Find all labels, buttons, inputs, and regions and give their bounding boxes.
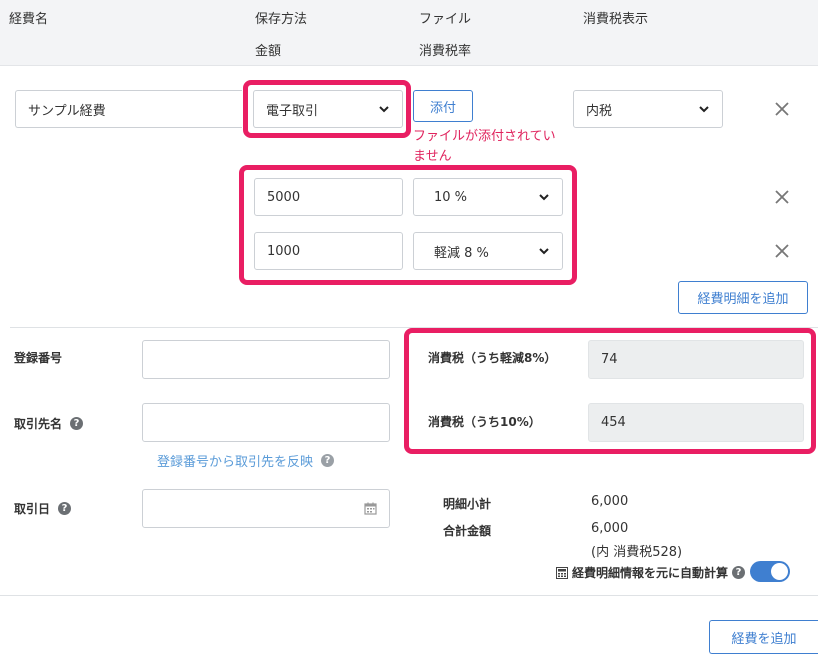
chevron-down-icon [539, 248, 549, 255]
add-expense-line-button[interactable]: 経費明細を追加 [678, 281, 808, 314]
close-icon[interactable] [774, 101, 790, 117]
toggle-knob [771, 563, 788, 580]
storage-method-value: 電子取引 [266, 103, 319, 119]
header-tax-rate: 消費税率 [419, 44, 472, 59]
registration-number-input[interactable] [142, 340, 390, 379]
partner-name-input[interactable] [142, 403, 390, 442]
tax-display-select[interactable]: 内税 [573, 90, 723, 128]
file-error-message: ファイルが添付されていません [413, 129, 556, 164]
transaction-date-input[interactable] [142, 489, 390, 528]
standard-tax-label: 消費税（うち10%） [428, 415, 541, 429]
line-amount-input-2[interactable]: 1000 [254, 232, 403, 270]
table-header [0, 0, 818, 66]
expense-name-value: サンプル経費 [28, 103, 106, 119]
partner-name-label-row: 取引先名 ? [14, 415, 84, 432]
calculator-icon [556, 566, 568, 579]
total-label: 合計金額 [443, 524, 492, 538]
reduced-tax-value: 74 [601, 352, 618, 367]
reflect-partner-link[interactable]: 登録番号から取引先を反映 [157, 451, 313, 470]
total-value: 6,000 [591, 521, 629, 536]
auto-calc-label: 経費明細情報を元に自動計算 [572, 566, 729, 580]
partner-name-label: 取引先名 [14, 417, 63, 431]
line-amount-value-1: 5000 [267, 189, 301, 205]
line-tax-rate-select-2[interactable]: 軽減 8 % [413, 232, 563, 270]
attach-file-button[interactable]: 添付 [413, 90, 473, 122]
help-icon[interactable]: ? [321, 454, 335, 467]
transaction-date-label: 取引日 [14, 502, 51, 516]
expense-name-input[interactable]: サンプル経費 [15, 90, 242, 128]
reduced-tax-label: 消費税（うち軽減8%） [428, 351, 557, 365]
reflect-partner-row: 登録番号から取引先を反映 ? [157, 451, 335, 470]
header-tax-display: 消費税表示 [583, 12, 649, 27]
subtotal-label: 明細小計 [443, 497, 492, 511]
reduced-tax-field: 74 [588, 340, 804, 379]
standard-tax-value: 454 [601, 415, 626, 430]
help-icon[interactable]: ? [70, 417, 84, 430]
close-icon[interactable] [774, 243, 790, 259]
line-tax-rate-value-1: 10 % [434, 189, 468, 205]
chevron-down-icon [539, 194, 549, 201]
calendar-icon[interactable] [364, 502, 377, 515]
header-storage-method: 保存方法 [255, 12, 308, 27]
line-amount-input-1[interactable]: 5000 [254, 178, 403, 216]
close-icon[interactable] [774, 189, 790, 205]
add-expense-button[interactable]: 経費を追加 [709, 620, 818, 654]
line-amount-value-2: 1000 [267, 243, 301, 259]
header-amount: 金額 [255, 44, 282, 59]
storage-method-select[interactable]: 電子取引 [253, 90, 403, 128]
tax-display-value: 内税 [586, 103, 613, 119]
subtotal-value: 6,000 [591, 494, 629, 509]
line-tax-rate-select-1[interactable]: 10 % [413, 178, 563, 216]
registration-number-label: 登録番号 [14, 351, 63, 365]
header-expense-name: 経費名 [9, 12, 49, 27]
transaction-date-label-row: 取引日 ? [14, 500, 72, 517]
standard-tax-field: 454 [588, 403, 804, 442]
header-file: ファイル [419, 12, 472, 27]
auto-calc-row: 経費明細情報を元に自動計算 ? [556, 564, 746, 581]
line-tax-rate-value-2: 軽減 8 % [434, 245, 489, 261]
chevron-down-icon [379, 106, 389, 113]
footer-divider [0, 595, 818, 596]
total-tax-note: (内 消費税528) [591, 545, 683, 560]
help-icon[interactable]: ? [58, 502, 72, 515]
auto-calc-toggle[interactable] [750, 561, 790, 582]
help-icon[interactable]: ? [732, 566, 746, 579]
chevron-down-icon [699, 106, 709, 113]
